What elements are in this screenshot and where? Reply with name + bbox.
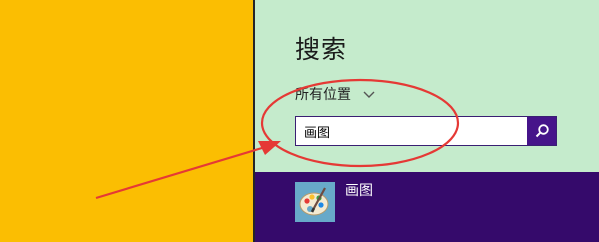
start-screen-background: [0, 0, 254, 242]
search-box: [295, 116, 557, 146]
magnifier-icon: [535, 124, 549, 138]
search-input[interactable]: [296, 117, 527, 145]
paint-palette-icon: [295, 182, 335, 222]
search-scope-label: 所有位置: [295, 87, 351, 103]
chevron-down-icon: [363, 91, 375, 98]
search-scope-dropdown[interactable]: 所有位置: [295, 84, 377, 104]
search-charm-panel: 搜索 所有位置 画图: [255, 0, 599, 242]
result-app-name: 画图: [345, 183, 373, 199]
search-button[interactable]: [527, 117, 556, 145]
search-result-item[interactable]: 画图: [255, 172, 599, 242]
panel-title: 搜索: [295, 35, 348, 64]
